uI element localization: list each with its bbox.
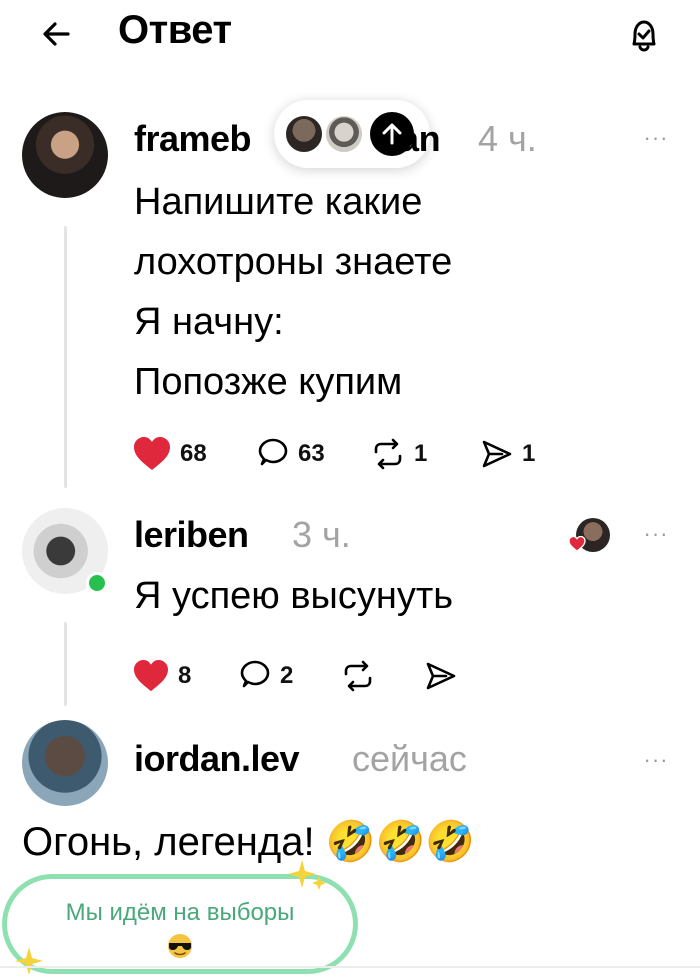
thread-line	[64, 622, 67, 706]
share-button[interactable]: 1	[480, 434, 535, 474]
comment-button[interactable]: 63	[256, 434, 325, 474]
post-time: сейчас	[352, 738, 467, 779]
more-options-button[interactable]: ···	[636, 521, 676, 554]
heart-filled-icon	[134, 437, 170, 470]
post-line: Напишите какие	[134, 181, 423, 223]
more-icon: ···	[643, 125, 669, 150]
arrow-left-icon	[43, 22, 70, 46]
page-title: Ответ	[118, 8, 232, 52]
like-button[interactable]: 8	[132, 656, 191, 696]
post-text: Напишите какие лохотроны знаете Я начну:…	[134, 172, 452, 412]
notifications-button[interactable]	[622, 14, 666, 58]
comment-icon	[258, 438, 288, 466]
comment-count: 2	[280, 662, 294, 689]
post-time: 4 ч.	[478, 118, 537, 159]
share-button[interactable]	[424, 656, 458, 696]
avatar[interactable]	[22, 720, 108, 806]
send-icon	[482, 440, 512, 468]
heart-badge-icon	[568, 536, 586, 552]
sparkle-icon	[15, 947, 43, 975]
like-button[interactable]: 68	[132, 434, 207, 474]
reply-text[interactable]: Огонь, легенда! 🤣🤣🤣	[22, 818, 475, 865]
repost-icon	[344, 660, 372, 692]
send-icon	[426, 662, 456, 690]
thread-line	[64, 226, 67, 488]
more-icon: ···	[643, 747, 669, 772]
more-icon: ···	[643, 521, 669, 546]
sticker-text: Мы идём на выборы	[65, 899, 295, 926]
post-line: Попозже купим	[134, 361, 403, 403]
username-end: an	[399, 118, 441, 159]
repost-count: 1	[414, 440, 428, 467]
header: Ответ	[0, 0, 700, 80]
divider	[0, 966, 700, 968]
heart-filled-icon	[134, 659, 168, 692]
repost-button[interactable]: 1	[370, 434, 427, 474]
comment-icon	[240, 660, 270, 688]
post-line: Я начну:	[134, 301, 284, 343]
share-count: 1	[522, 440, 536, 467]
avatar[interactable]	[22, 112, 108, 198]
post-username[interactable]: leriben	[134, 514, 249, 556]
online-indicator	[86, 572, 108, 594]
sunglasses-face-icon	[168, 934, 192, 958]
post-text: Я успею высунуть	[134, 575, 454, 617]
like-count: 8	[178, 662, 192, 689]
post-username[interactable]: iordan.lev	[134, 738, 300, 780]
sparkle-icon	[288, 860, 326, 890]
post-username[interactable]: frameb an	[134, 118, 441, 160]
username-start: frameb	[134, 118, 252, 159]
post-time: 3 ч.	[292, 514, 351, 555]
back-button[interactable]	[38, 14, 78, 54]
post-line: лохотроны знаете	[134, 241, 453, 283]
repost-button[interactable]	[340, 656, 376, 696]
bell-check-icon	[632, 20, 656, 52]
more-options-button[interactable]: ···	[636, 747, 676, 780]
like-count: 68	[180, 440, 207, 467]
comment-count: 63	[298, 440, 325, 467]
repost-icon	[374, 438, 402, 470]
comment-button[interactable]: 2	[238, 656, 293, 696]
more-options-button[interactable]: ···	[636, 125, 676, 158]
